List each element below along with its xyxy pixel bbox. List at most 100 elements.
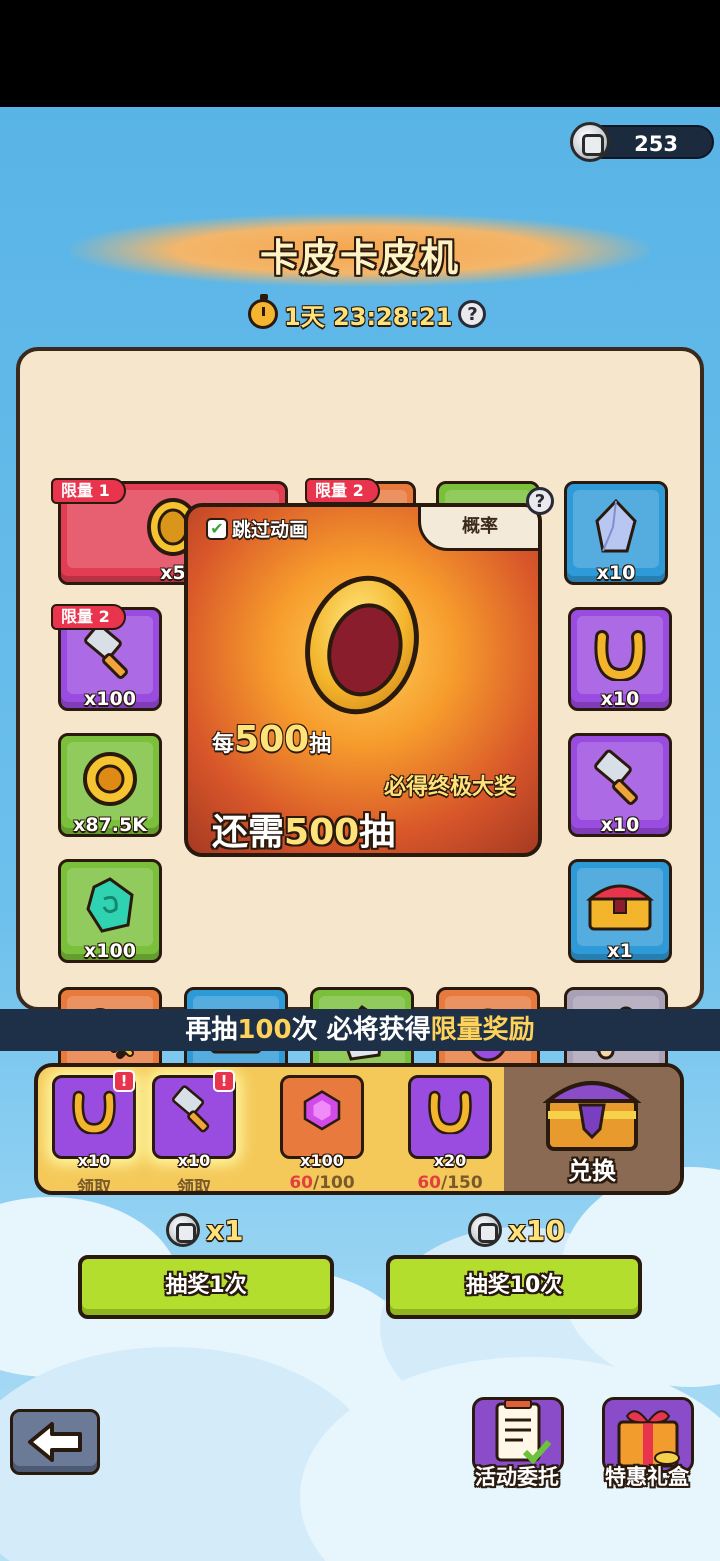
strip-count: 100 xyxy=(237,1015,292,1045)
progress-current: 60 xyxy=(289,1173,313,1193)
back-arrow-icon xyxy=(28,1422,82,1462)
capybara-coin-icon xyxy=(468,1213,502,1247)
milestone-reward[interactable]: x100 60/100 xyxy=(276,1075,368,1193)
help-icon[interactable]: ? xyxy=(458,300,487,328)
guarantee-text: 必得终极大奖 xyxy=(383,775,516,800)
progress-label: 60/100 xyxy=(276,1173,368,1193)
reward-tile: ! xyxy=(52,1070,136,1159)
checkbox-icon: ✔ xyxy=(206,517,228,540)
limit-tag: 限量 2 xyxy=(51,604,126,630)
progress-label: 60/150 xyxy=(404,1173,496,1193)
exchange-button[interactable]: 兑换 xyxy=(504,1067,680,1191)
limit-tag: 限量 2 xyxy=(305,478,380,504)
horseshoe-icon xyxy=(590,625,650,685)
exchange-label: 兑换 xyxy=(568,1157,616,1185)
title-banner: 卡皮卡皮机 xyxy=(70,213,650,287)
timer-text: 1天 23:28:21 xyxy=(284,302,453,331)
strip-highlight: 限量奖励 xyxy=(430,1015,535,1045)
strip-part2: 次 必将获得 xyxy=(291,1015,431,1045)
tile-quantity: x100 xyxy=(84,688,136,710)
reward-quantity: x10 xyxy=(177,1151,211,1170)
clipboard-icon xyxy=(495,1399,552,1465)
page-title: 卡皮卡皮机 xyxy=(259,236,460,280)
prize-tile[interactable]: x1 xyxy=(568,859,672,963)
progress-current: 60 xyxy=(417,1173,441,1193)
progress-total: /150 xyxy=(440,1173,483,1193)
reward-quantity: x10 xyxy=(77,1151,111,1170)
milestone-reward[interactable]: x20 60/150 xyxy=(404,1075,496,1193)
capybara-coin-icon xyxy=(570,122,610,162)
remaining-prefix: 还需 xyxy=(212,812,285,853)
horseshoe-icon xyxy=(425,1087,476,1138)
jackpot-panel: ✔ 跳过动画 概率 每500抽 必得终极大奖 还需500抽 xyxy=(184,503,542,857)
reward-tile: ! xyxy=(152,1070,236,1159)
prize-tile[interactable]: x10 xyxy=(568,733,672,837)
progress-total: /100 xyxy=(312,1173,355,1193)
tile-quantity: x10 xyxy=(600,814,640,836)
milestone-reward[interactable]: ! x10 领取 xyxy=(48,1070,140,1195)
exchange-chest-icon xyxy=(542,1081,642,1151)
single-draw-cost: x1 xyxy=(166,1213,244,1247)
reward-quantity: x20 xyxy=(433,1151,467,1170)
strip-part1: 再抽 xyxy=(185,1015,238,1045)
prize-tile[interactable]: x10 xyxy=(564,481,668,585)
special-gift-button[interactable]: 特惠礼盒 xyxy=(586,1397,708,1497)
draw-once-button[interactable]: 抽奖1次 xyxy=(78,1255,334,1319)
limit-tag: 限量 1 xyxy=(51,478,126,504)
event-tasks-button[interactable]: 活动委托 xyxy=(456,1397,578,1497)
capybara-coin-icon xyxy=(166,1213,200,1247)
gem-icon xyxy=(300,1089,344,1137)
claim-label: 领取 xyxy=(77,1178,111,1195)
currency-display[interactable]: 253 xyxy=(570,122,714,162)
remaining-suffix: 抽 xyxy=(359,812,396,853)
big-capybara-coin-icon xyxy=(290,563,434,727)
currency-amount: 253 xyxy=(634,132,678,156)
tile-quantity: x100 xyxy=(84,940,136,962)
alert-badge: ! xyxy=(113,1070,135,1092)
tile-quantity: x10 xyxy=(600,688,640,710)
per-draw-text: 每500抽 xyxy=(212,719,331,760)
remaining-num: 500 xyxy=(284,812,360,853)
reward-tile xyxy=(280,1075,364,1159)
alert-badge: ! xyxy=(213,1070,235,1092)
jade-stone-icon xyxy=(82,875,138,939)
probability-help-icon[interactable]: ? xyxy=(526,487,554,515)
back-button[interactable] xyxy=(10,1409,100,1475)
tile-quantity: x1 xyxy=(607,940,633,962)
skip-animation-toggle[interactable]: ✔ 跳过动画 xyxy=(206,515,308,542)
reward-tile xyxy=(408,1075,492,1159)
ten-cost-text: x10 xyxy=(508,1213,566,1247)
prize-board: x5限量 1x1限量 2x1x10x100限量 2x10x87.5Kx10x10… xyxy=(16,347,704,1091)
hammer-icon xyxy=(169,1085,220,1139)
prize-tile[interactable]: x100 限量 2 xyxy=(51,604,162,711)
claim-label: 领取 xyxy=(177,1178,211,1195)
event-tasks-label: 活动委托 xyxy=(475,1465,559,1489)
draw-ten-button[interactable]: 抽奖10次 xyxy=(386,1255,642,1319)
hammer-icon xyxy=(590,749,650,813)
special-gift-label: 特惠礼盒 xyxy=(605,1465,689,1489)
milestone-rewards: ! x10 领取! x10 领取 x100 60/100 x20 60/150 兑换 xyxy=(34,1063,684,1195)
per-prefix: 每 xyxy=(212,732,235,757)
remaining-draws-text: 还需500抽 xyxy=(212,803,396,853)
limited-reward-banner: 再抽100次 必将获得限量奖励 xyxy=(0,1009,720,1051)
prize-tile[interactable]: x100 xyxy=(58,859,162,963)
per-suffix: 抽 xyxy=(309,732,332,757)
horseshoe-icon xyxy=(69,1087,120,1138)
milestone-reward[interactable]: ! x10 领取 xyxy=(148,1070,240,1195)
event-timer: 1天 23:28:21 ? xyxy=(248,294,487,331)
prize-tile[interactable]: x87.5K xyxy=(58,733,162,837)
crystal-icon xyxy=(591,497,641,561)
hammer-icon xyxy=(80,623,140,687)
stopwatch-icon xyxy=(248,294,278,329)
tile-quantity: x10 xyxy=(596,562,636,584)
reward-quantity: x100 xyxy=(300,1151,344,1170)
per-num: 500 xyxy=(234,719,310,760)
single-cost-text: x1 xyxy=(206,1213,244,1247)
game-screen: 253 卡皮卡皮机 1天 23:28:21 ? x5限量 1x1限量 2x1x1… xyxy=(0,107,720,1561)
skip-animation-label: 跳过动画 xyxy=(232,519,309,541)
golden-chest-icon xyxy=(585,877,655,937)
prize-tile[interactable]: x10 xyxy=(568,607,672,711)
ten-draw-cost: x10 xyxy=(468,1213,565,1247)
gold-ring-coin-icon xyxy=(80,749,140,813)
probability-button[interactable]: 概率 xyxy=(418,507,538,551)
